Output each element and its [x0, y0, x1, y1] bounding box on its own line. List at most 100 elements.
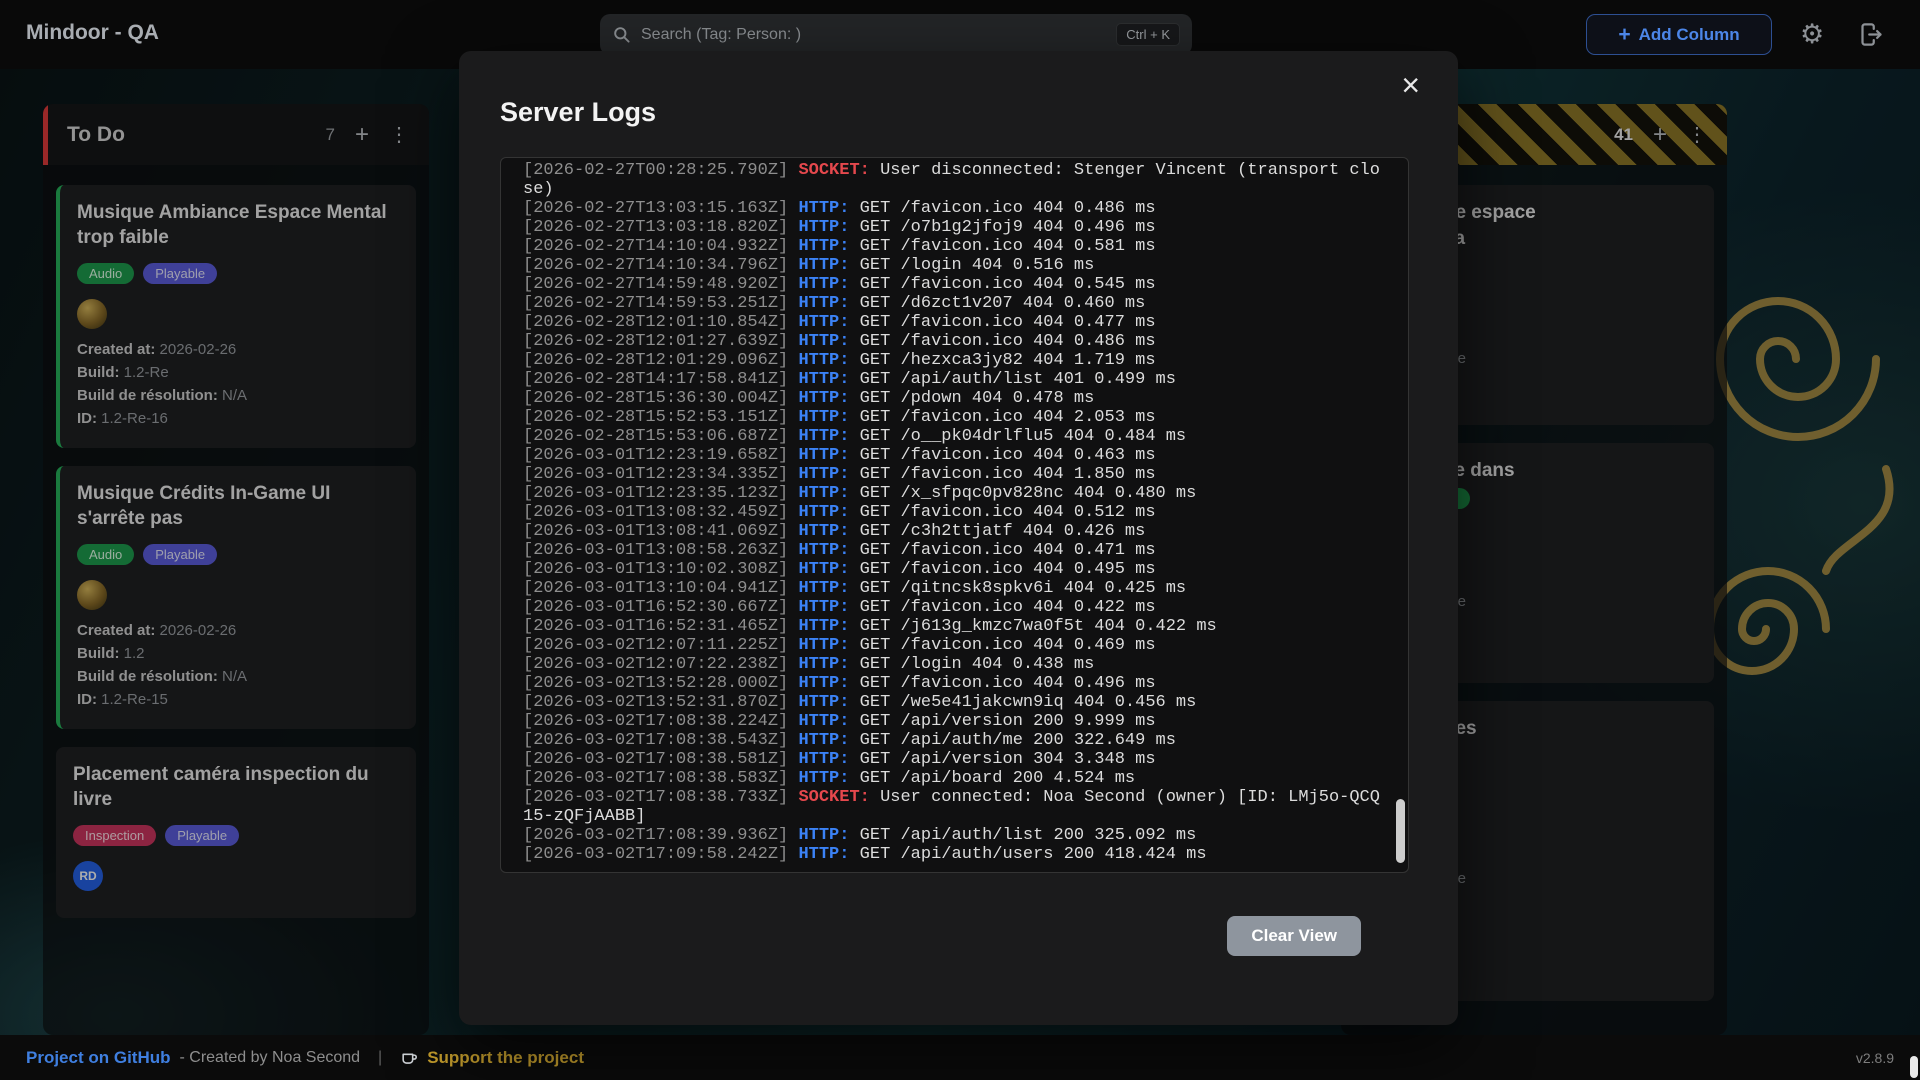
log-timestamp: [2026-03-01T16:52:31.465Z]: [523, 617, 798, 636]
log-type-label: HTTP:: [798, 636, 859, 655]
log-line: [2026-03-02T17:08:38.583Z] HTTP: GET /ap…: [523, 769, 1380, 788]
log-timestamp: [2026-03-02T17:08:38.733Z]: [523, 788, 798, 807]
log-message: GET /favicon.ico 404 0.486 ms: [860, 332, 1156, 351]
logout-icon[interactable]: [1858, 21, 1885, 48]
log-message: GET /login 404 0.438 ms: [860, 655, 1095, 674]
log-line: [2026-03-02T13:52:31.870Z] HTTP: GET /we…: [523, 693, 1380, 712]
log-type-label: HTTP:: [798, 731, 859, 750]
log-timestamp: [2026-03-02T13:52:31.870Z]: [523, 693, 798, 712]
plus-icon: +: [1618, 23, 1630, 47]
log-timestamp: [2026-03-01T13:08:58.263Z]: [523, 541, 798, 560]
search-icon: [612, 25, 631, 44]
log-line: [2026-03-01T13:10:02.308Z] HTTP: GET /fa…: [523, 560, 1380, 579]
log-timestamp: [2026-03-02T17:08:39.936Z]: [523, 826, 798, 845]
log-line: [2026-03-02T17:08:38.581Z] HTTP: GET /ap…: [523, 750, 1380, 769]
log-line: [2026-02-27T14:59:48.920Z] HTTP: GET /fa…: [523, 275, 1380, 294]
log-message: GET /favicon.ico 404 0.496 ms: [860, 674, 1156, 693]
log-line: [2026-03-01T16:52:31.465Z] HTTP: GET /j6…: [523, 617, 1380, 636]
log-scrollbar-thumb[interactable]: [1396, 799, 1405, 863]
log-line: [2026-02-27T14:59:53.251Z] HTTP: GET /d6…: [523, 294, 1380, 313]
log-type-label: HTTP:: [798, 598, 859, 617]
log-timestamp: [2026-03-01T16:52:30.667Z]: [523, 598, 798, 617]
support-link[interactable]: Support the project: [427, 1048, 584, 1068]
log-message: GET /favicon.ico 404 0.422 ms: [860, 598, 1156, 617]
log-line: [2026-02-28T12:01:27.639Z] HTTP: GET /fa…: [523, 332, 1380, 351]
log-timestamp: [2026-02-27T13:03:18.820Z]: [523, 218, 798, 237]
log-line: [2026-03-02T12:07:22.238Z] HTTP: GET /lo…: [523, 655, 1380, 674]
search-bar[interactable]: Ctrl + K: [600, 14, 1192, 55]
log-line: [2026-03-02T17:08:39.936Z] HTTP: GET /ap…: [523, 826, 1380, 845]
log-timestamp: [2026-03-01T13:08:41.069Z]: [523, 522, 798, 541]
search-input[interactable]: [641, 26, 1116, 44]
log-timestamp: [2026-03-02T17:08:38.543Z]: [523, 731, 798, 750]
app-root: Mindoor - QA Ctrl + K + Add Column ⚙ To …: [0, 0, 1920, 1080]
log-line: [2026-02-28T12:01:29.096Z] HTTP: GET /he…: [523, 351, 1380, 370]
log-type-label: HTTP:: [798, 750, 859, 769]
log-message: GET /hezxca3jy82 404 1.719 ms: [860, 351, 1156, 370]
log-type-label: HTTP:: [798, 674, 859, 693]
log-message: GET /we5e41jakcwn9iq 404 0.456 ms: [860, 693, 1197, 712]
footer-divider: |: [378, 1049, 382, 1067]
log-type-label: HTTP:: [798, 294, 859, 313]
log-timestamp: [2026-02-28T12:01:29.096Z]: [523, 351, 798, 370]
log-line: [2026-03-02T17:08:38.733Z] SOCKET: User …: [523, 788, 1380, 826]
log-timestamp: [2026-02-27T14:59:53.251Z]: [523, 294, 798, 313]
log-timestamp: [2026-03-01T13:10:04.941Z]: [523, 579, 798, 598]
log-message: GET /favicon.ico 404 0.469 ms: [860, 636, 1156, 655]
log-type-label: HTTP:: [798, 389, 859, 408]
settings-gear-icon[interactable]: ⚙: [1800, 16, 1824, 52]
close-icon[interactable]: ×: [1401, 69, 1420, 101]
log-line: [2026-02-27T14:10:34.796Z] HTTP: GET /lo…: [523, 256, 1380, 275]
log-timestamp: [2026-02-27T14:10:34.796Z]: [523, 256, 798, 275]
log-message: GET /qitncsk8spkv6i 404 0.425 ms: [860, 579, 1186, 598]
log-line: [2026-03-02T12:07:11.225Z] HTTP: GET /fa…: [523, 636, 1380, 655]
log-type-label: HTTP:: [798, 199, 859, 218]
log-timestamp: [2026-02-28T15:53:06.687Z]: [523, 427, 798, 446]
log-timestamp: [2026-02-28T12:01:10.854Z]: [523, 313, 798, 332]
clear-view-button[interactable]: Clear View: [1227, 916, 1361, 956]
log-type-label: HTTP:: [798, 351, 859, 370]
page-scrollbar-thumb[interactable]: [1910, 1056, 1918, 1078]
server-logs-modal: × Server Logs [2026-02-27T00:28:25.790Z]…: [459, 51, 1458, 1025]
log-type-label: HTTP:: [798, 712, 859, 731]
log-timestamp: [2026-03-01T12:23:35.123Z]: [523, 484, 798, 503]
log-line: [2026-03-02T17:08:38.224Z] HTTP: GET /ap…: [523, 712, 1380, 731]
modal-title: Server Logs: [500, 97, 656, 128]
log-line: [2026-03-01T12:23:19.658Z] HTTP: GET /fa…: [523, 446, 1380, 465]
log-type-label: HTTP:: [798, 560, 859, 579]
log-message: GET /api/auth/list 401 0.499 ms: [860, 370, 1176, 389]
log-line: [2026-03-02T13:52:28.000Z] HTTP: GET /fa…: [523, 674, 1380, 693]
log-message: GET /api/version 304 3.348 ms: [860, 750, 1156, 769]
log-message: GET /o__pk04drlflu5 404 0.484 ms: [860, 427, 1186, 446]
log-message: GET /favicon.ico 404 1.850 ms: [860, 465, 1156, 484]
log-line: [2026-03-01T13:08:41.069Z] HTTP: GET /c3…: [523, 522, 1380, 541]
created-by-label: - Created by Noa Second: [180, 1049, 361, 1067]
log-type-label: HTTP:: [798, 218, 859, 237]
log-timestamp: [2026-02-28T15:36:30.004Z]: [523, 389, 798, 408]
log-timestamp: [2026-02-27T13:03:15.163Z]: [523, 199, 798, 218]
log-message: GET /favicon.ico 404 0.581 ms: [860, 237, 1156, 256]
log-message: GET /j613g_kmzc7wa0f5t 404 0.422 ms: [860, 617, 1217, 636]
log-message: GET /pdown 404 0.478 ms: [860, 389, 1095, 408]
add-column-button[interactable]: + Add Column: [1586, 14, 1772, 55]
log-type-label: SOCKET:: [798, 161, 880, 180]
log-type-label: HTTP:: [798, 541, 859, 560]
log-type-label: HTTP:: [798, 275, 859, 294]
log-line: [2026-02-27T13:03:15.163Z] HTTP: GET /fa…: [523, 199, 1380, 218]
github-link[interactable]: Project on GitHub: [26, 1048, 171, 1068]
version-label: v2.8.9: [1856, 1050, 1894, 1066]
log-type-label: HTTP:: [798, 446, 859, 465]
log-message: GET /x_sfpqc0pv828nc 404 0.480 ms: [860, 484, 1197, 503]
log-message: GET /favicon.ico 404 0.495 ms: [860, 560, 1156, 579]
log-type-label: HTTP:: [798, 845, 859, 864]
log-line: [2026-02-27T13:03:18.820Z] HTTP: GET /o7…: [523, 218, 1380, 237]
log-line: [2026-03-02T17:09:58.242Z] HTTP: GET /ap…: [523, 845, 1380, 864]
log-timestamp: [2026-03-02T17:08:38.224Z]: [523, 712, 798, 731]
log-type-label: HTTP:: [798, 503, 859, 522]
log-type-label: HTTP:: [798, 465, 859, 484]
log-line: [2026-03-01T12:23:34.335Z] HTTP: GET /fa…: [523, 465, 1380, 484]
support-mug-icon: [400, 1048, 419, 1067]
log-message: GET /login 404 0.516 ms: [860, 256, 1095, 275]
add-column-label: Add Column: [1639, 25, 1740, 45]
log-type-label: HTTP:: [798, 617, 859, 636]
